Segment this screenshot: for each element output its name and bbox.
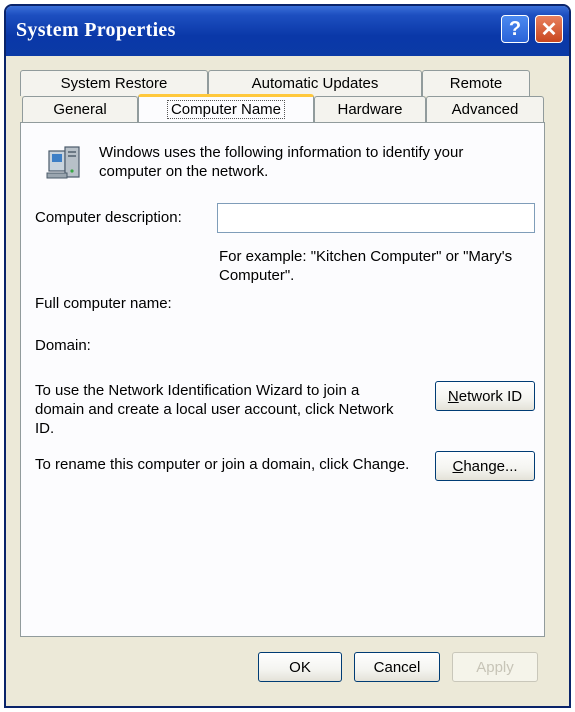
tab-label: General bbox=[53, 101, 107, 118]
tab-system-restore[interactable]: System Restore bbox=[20, 70, 208, 96]
domain-label: Domain: bbox=[35, 337, 91, 354]
network-id-button-label: Network ID bbox=[447, 387, 523, 405]
tab-label: Remote bbox=[449, 75, 503, 92]
tab-hardware[interactable]: Hardware bbox=[314, 96, 426, 122]
computer-description-label: Computer description: bbox=[35, 209, 182, 226]
computer-name-panel: Windows uses the following information t… bbox=[20, 122, 545, 637]
tab-label: System Restore bbox=[60, 75, 168, 92]
ok-button-label: OK bbox=[289, 658, 311, 676]
system-properties-window: System Properties ? ✕ System Restore Aut… bbox=[4, 4, 571, 708]
tab-general[interactable]: General bbox=[22, 96, 138, 122]
network-computer-icon bbox=[46, 146, 80, 179]
tab-label: Advanced bbox=[451, 101, 519, 118]
rename-text: To rename this computer or join a domain… bbox=[35, 456, 410, 473]
example-text: For example: "Kitchen Computer" or "Mary… bbox=[219, 248, 513, 284]
tab-strip: System Restore Automatic Updates Remote … bbox=[6, 6, 569, 126]
tab-label: Computer Name bbox=[166, 100, 286, 119]
network-id-button[interactable]: Network ID bbox=[435, 381, 535, 411]
intro-text: Windows uses the following information t… bbox=[99, 144, 464, 180]
tab-automatic-updates[interactable]: Automatic Updates bbox=[208, 70, 422, 96]
cancel-button-label: Cancel bbox=[373, 658, 421, 676]
full-computer-name-label: Full computer name: bbox=[35, 295, 172, 312]
tab-advanced[interactable]: Advanced bbox=[426, 96, 544, 122]
computer-description-field[interactable] bbox=[217, 203, 535, 233]
ok-button[interactable]: OK bbox=[258, 652, 342, 682]
network-id-text: To use the Network Identification Wizard… bbox=[35, 382, 394, 437]
apply-button-label: Apply bbox=[476, 658, 514, 676]
tab-computer-name[interactable]: Computer Name bbox=[138, 94, 314, 122]
tab-label: Automatic Updates bbox=[251, 75, 379, 92]
change-button[interactable]: Change... bbox=[435, 451, 535, 481]
cancel-button[interactable]: Cancel bbox=[354, 652, 440, 682]
tab-remote[interactable]: Remote bbox=[422, 70, 530, 96]
change-button-label: Change... bbox=[452, 457, 518, 475]
tab-label: Hardware bbox=[337, 101, 403, 118]
apply-button[interactable]: Apply bbox=[452, 652, 538, 682]
